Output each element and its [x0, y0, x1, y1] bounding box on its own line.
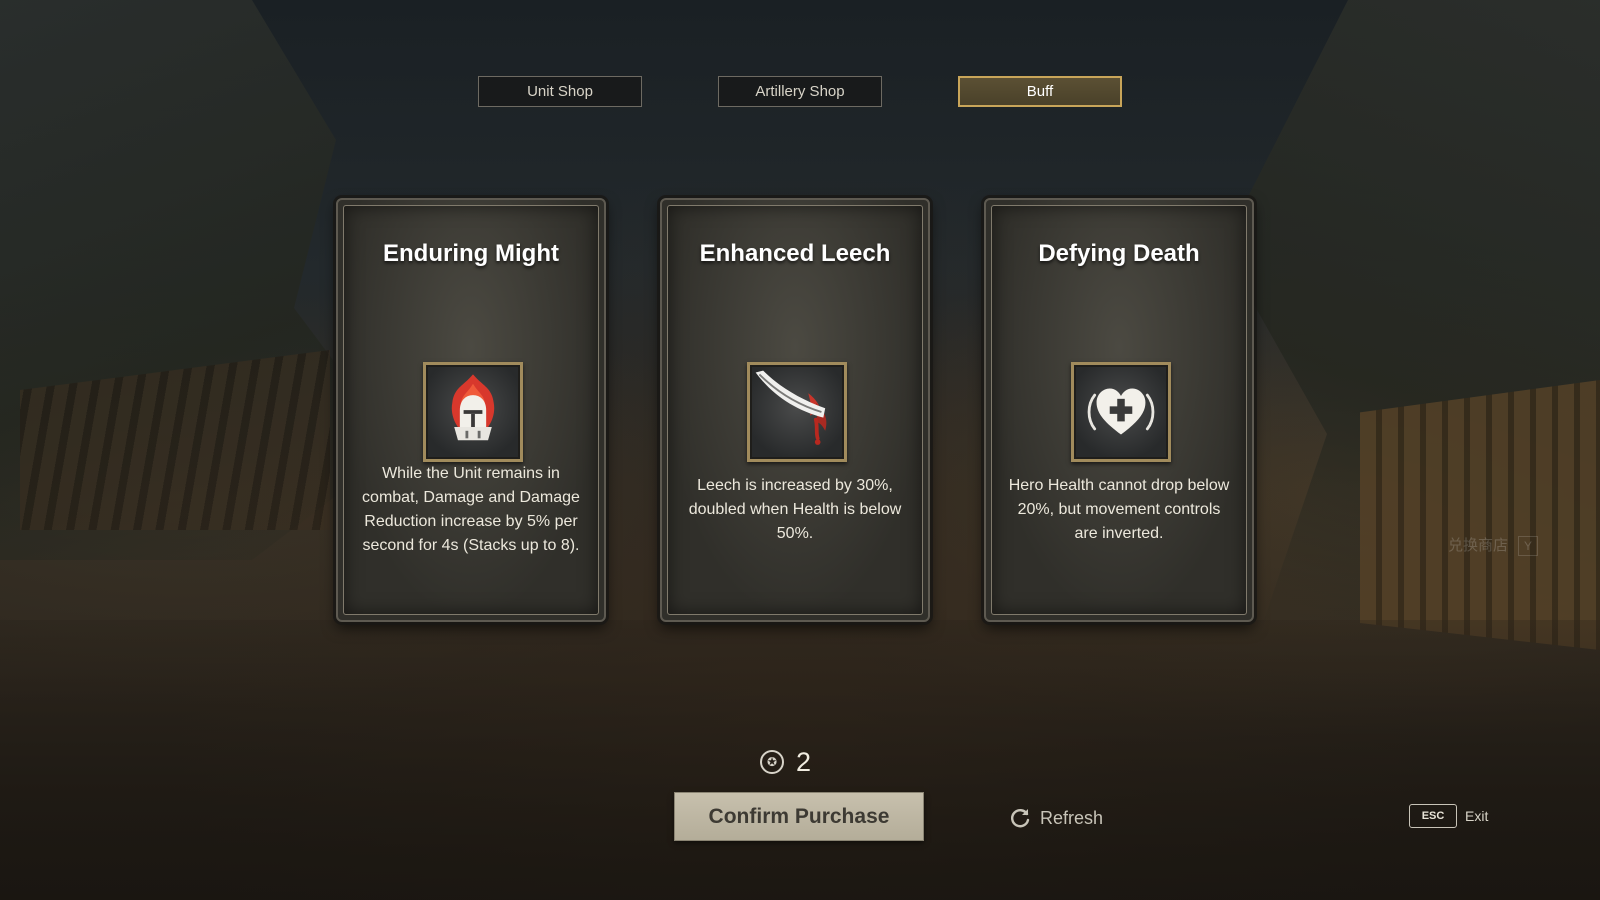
bloody-blade-icon	[747, 362, 847, 462]
esc-key-badge: ESC	[1409, 804, 1457, 828]
card-title: Enduring Might	[383, 240, 559, 267]
card-title: Defying Death	[1038, 240, 1200, 267]
exit-label: Exit	[1465, 808, 1489, 824]
flaming-knight-helmet-icon	[423, 362, 523, 462]
currency-value: 2	[796, 746, 812, 777]
currency-display: ✪ 2	[760, 746, 812, 777]
background-fence-right	[1360, 380, 1600, 650]
exit-button[interactable]: ESC Exit	[1409, 804, 1488, 828]
card-description: While the Unit remains in combat, Damage…	[362, 465, 580, 554]
tab-buff[interactable]: Buff	[958, 76, 1122, 107]
buff-card-enhanced-leech[interactable]: Enhanced Leech Leech is increased by 30%…	[660, 198, 930, 622]
refresh-button[interactable]: Refresh	[1008, 806, 1103, 830]
token-coin-icon: ✪	[760, 750, 784, 774]
heart-plus-icon	[1071, 362, 1171, 462]
background-shop-hint-key: Y	[1518, 536, 1538, 556]
buff-card-enduring-might[interactable]: Enduring Might While the Unit remains in…	[336, 198, 606, 622]
tab-unit-shop[interactable]: Unit Shop	[478, 76, 642, 107]
refresh-label: Refresh	[1040, 807, 1104, 828]
refresh-icon	[1011, 809, 1030, 828]
card-title: Enhanced Leech	[699, 240, 891, 267]
tab-artillery-shop[interactable]: Artillery Shop	[718, 76, 882, 107]
card-description: Hero Health cannot drop below 20%, but m…	[1008, 477, 1230, 542]
background-shop-hint: 兑换商店	[1448, 536, 1509, 554]
buff-card-defying-death[interactable]: Defying Death Hero Health cannot drop be…	[984, 198, 1254, 622]
card-description: Leech is increased by 30%, doubled when …	[688, 477, 902, 542]
confirm-purchase-button[interactable]: Confirm Purchase	[674, 792, 924, 841]
